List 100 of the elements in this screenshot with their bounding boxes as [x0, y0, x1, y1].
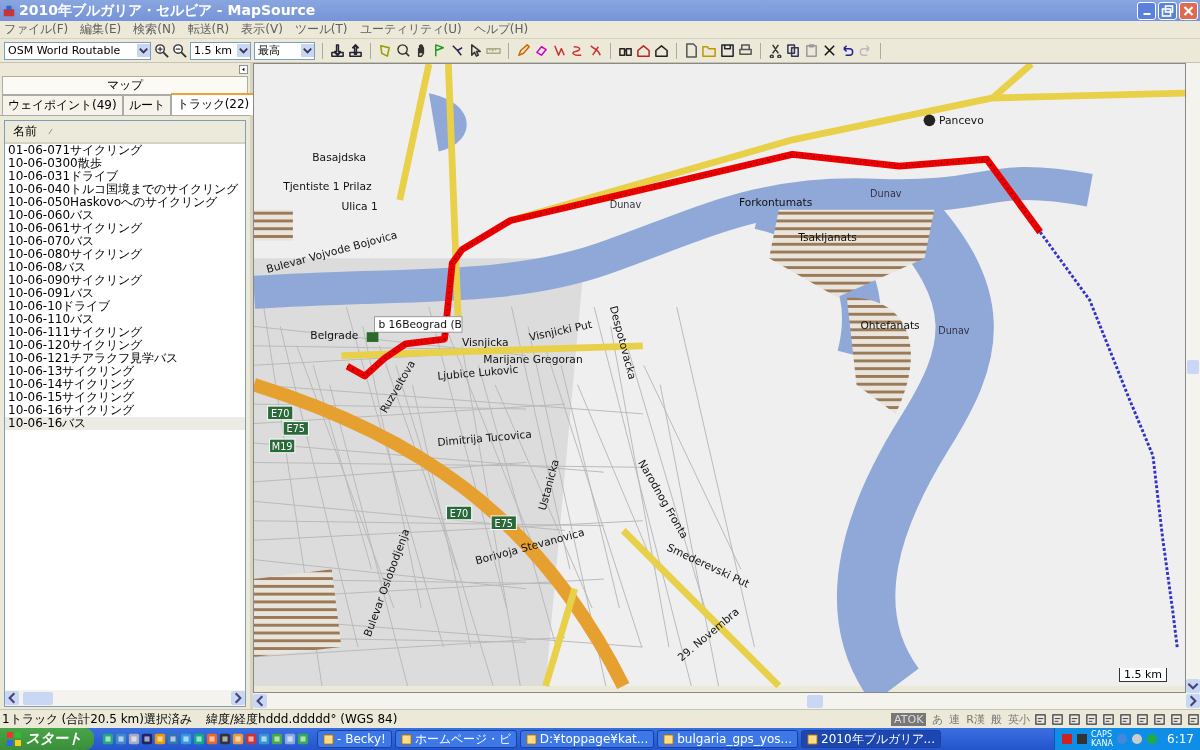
send-to-device-icon[interactable]: [348, 43, 363, 58]
track-list-item[interactable]: 10-06-121チアラクフ見学バス: [5, 352, 245, 365]
quick-launch-icon[interactable]: [271, 733, 283, 745]
track-list-item[interactable]: 10-06-13サイクリング: [5, 365, 245, 378]
track-list-item[interactable]: 10-06-120サイクリング: [5, 339, 245, 352]
horizontal-scrollbar[interactable]: [253, 693, 1200, 709]
close-button[interactable]: [1179, 1, 1198, 20]
quick-launch-icon[interactable]: [206, 733, 218, 745]
new-document-icon[interactable]: [684, 43, 699, 58]
menu-item[interactable]: ファイル(F): [4, 21, 69, 38]
quick-launch-icon[interactable]: [193, 733, 205, 745]
detail-dropdown[interactable]: 最高: [254, 41, 315, 60]
track-list-item[interactable]: 10-06-0300散歩: [5, 157, 245, 170]
track-list-item[interactable]: 10-06-08バス: [5, 261, 245, 274]
track-list-item[interactable]: 10-06-16サイクリング: [5, 404, 245, 417]
scroll-left-icon[interactable]: [5, 691, 19, 705]
collapse-panel-icon[interactable]: [239, 65, 248, 74]
waypoint-flag-icon[interactable]: [366, 332, 379, 342]
start-button[interactable]: スタート: [0, 728, 94, 750]
note-icon[interactable]: [1051, 712, 1064, 726]
pencil-icon[interactable]: [516, 43, 531, 58]
scroll-down-icon[interactable]: [1186, 679, 1200, 693]
pointer-icon[interactable]: [468, 43, 483, 58]
menu-item[interactable]: 表示(V): [241, 21, 283, 38]
quick-launch-icon[interactable]: [284, 733, 296, 745]
name-column-header[interactable]: 名前: [5, 121, 245, 144]
receive-from-device-icon[interactable]: [330, 43, 345, 58]
delete-icon[interactable]: [822, 43, 837, 58]
track-list-item[interactable]: 10-06-050Haskovoへのサイクリング: [5, 196, 245, 209]
track-list-item[interactable]: 10-06-070バス: [5, 235, 245, 248]
cut-icon[interactable]: [768, 43, 783, 58]
sidebar-tab[interactable]: ウェイポイント(49): [2, 95, 123, 115]
track-list-item[interactable]: 10-06-110バス: [5, 313, 245, 326]
sidebar-tab[interactable]: ルート: [122, 95, 171, 115]
track-list-item[interactable]: 10-06-15サイクリング: [5, 391, 245, 404]
track-list-item[interactable]: 10-06-031ドライブ: [5, 170, 245, 183]
track-list-item[interactable]: 10-06-16バス: [5, 417, 245, 430]
ime-indicator[interactable]: あ: [932, 711, 944, 727]
quick-launch-icon[interactable]: [128, 733, 140, 745]
taskbar-button[interactable]: bulgaria_gps_yos...: [657, 730, 798, 748]
quick-launch-icon[interactable]: [115, 733, 127, 745]
track-list-item[interactable]: 01-06-071サイクリング: [5, 144, 245, 157]
menu-item[interactable]: 編集(E): [80, 21, 122, 38]
track-list-item[interactable]: 10-06-10ドライブ: [5, 300, 245, 313]
quick-launch-icon[interactable]: [297, 733, 309, 745]
ime-indicator[interactable]: 英小: [1008, 711, 1030, 727]
quick-launch-icon[interactable]: [245, 733, 257, 745]
scroll-right-icon[interactable]: [231, 691, 245, 705]
scrollbar-thumb[interactable]: [23, 691, 53, 705]
restore-button[interactable]: [1158, 1, 1177, 20]
taskbar-button[interactable]: ホームページ・ビ: [394, 730, 517, 748]
sidebar-tab[interactable]: トラック(22): [170, 93, 256, 115]
zoom-out-icon[interactable]: [172, 43, 187, 58]
map-view[interactable]: [254, 64, 1185, 692]
track-list-item[interactable]: 10-06-040トルコ国境までのサイクリング: [5, 183, 245, 196]
ime-indicator[interactable]: 連: [949, 711, 961, 727]
scroll-left-icon[interactable]: [253, 694, 267, 708]
quick-launch-icon[interactable]: [154, 733, 166, 745]
taskbar-button[interactable]: D:¥toppage¥kat...: [519, 730, 655, 748]
quick-launch-icon[interactable]: [141, 733, 153, 745]
map-tab[interactable]: マップ: [2, 76, 248, 95]
zoom-in-icon[interactable]: [154, 43, 169, 58]
scroll-right-icon[interactable]: [1186, 694, 1200, 708]
scrollbar-thumb[interactable]: [807, 694, 823, 708]
zoom-tool-icon[interactable]: [396, 43, 411, 58]
track-list-item[interactable]: 10-06-14サイクリング: [5, 378, 245, 391]
quick-launch-icon[interactable]: [258, 733, 270, 745]
ime-indicator[interactable]: 般: [991, 711, 1002, 727]
menu-item[interactable]: ヘルプ(H): [473, 21, 529, 38]
scale-dropdown[interactable]: 1.5 km: [190, 41, 251, 60]
track-list-item[interactable]: 10-06-080サイクリング: [5, 248, 245, 261]
menu-item[interactable]: 検索(N): [133, 21, 176, 38]
window-icon[interactable]: [1034, 712, 1047, 726]
track-list-item[interactable]: 10-06-111サイクリング: [5, 326, 245, 339]
vertical-scrollbar[interactable]: [1186, 63, 1200, 693]
menu-item[interactable]: ユーティリティ(U): [359, 21, 462, 38]
horizontal-scrollbar[interactable]: [5, 690, 245, 706]
quick-launch-icon[interactable]: [180, 733, 192, 745]
waypoint-callout[interactable]: b 16Beograd (B: [374, 316, 463, 333]
taskbar-button[interactable]: - Becky!: [317, 730, 392, 748]
copy-icon[interactable]: [786, 43, 801, 58]
print-icon[interactable]: [738, 43, 753, 58]
map-product-dropdown[interactable]: OSM World Routable: [4, 41, 151, 60]
track-list-item[interactable]: 10-06-091バス: [5, 287, 245, 300]
scrollbar-thumb[interactable]: [1187, 360, 1199, 374]
save-icon[interactable]: [720, 43, 735, 58]
quick-launch-icon[interactable]: [167, 733, 179, 745]
taskbar-button[interactable]: 2010年ブルガリア...: [801, 730, 941, 748]
quick-launch-icon[interactable]: [102, 733, 114, 745]
quick-launch-icon[interactable]: [232, 733, 244, 745]
menu-item[interactable]: 転送(R): [187, 21, 230, 38]
ime-indicator[interactable]: R漢: [966, 711, 985, 727]
minimize-button[interactable]: [1137, 1, 1156, 20]
track-list-item[interactable]: 10-06-060バス: [5, 209, 245, 222]
menu-item[interactable]: ツール(T): [294, 21, 348, 38]
eraser-icon[interactable]: [534, 43, 549, 58]
quick-launch-icon[interactable]: [219, 733, 231, 745]
document-icon[interactable]: [1102, 712, 1115, 726]
track-list-item[interactable]: 10-06-061サイクリング: [5, 222, 245, 235]
track-list-item[interactable]: 10-06-090サイクリング: [5, 274, 245, 287]
